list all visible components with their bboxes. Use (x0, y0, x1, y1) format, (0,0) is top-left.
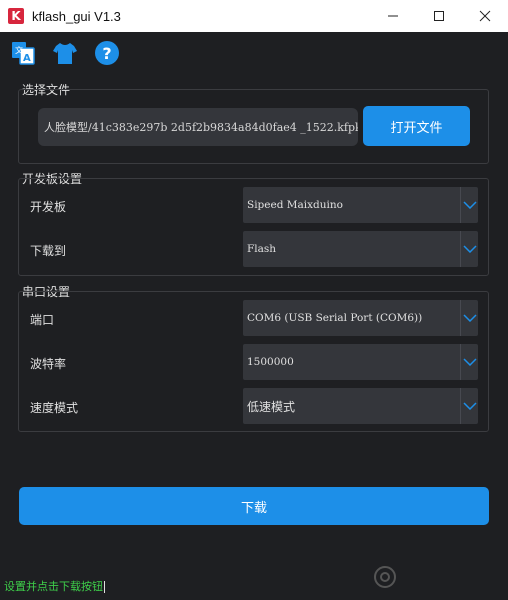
download-button[interactable]: 下载 (19, 487, 489, 525)
svg-text:文: 文 (15, 45, 23, 55)
target-select[interactable]: Flash (243, 231, 478, 267)
close-icon (479, 10, 491, 22)
chevron-down-icon[interactable] (460, 344, 478, 380)
baud-select[interactable]: 1500000 (243, 344, 478, 380)
board-select[interactable]: Sipeed Maixduino (243, 187, 478, 223)
svg-text:A: A (23, 53, 31, 64)
port-label: 端口 (30, 313, 55, 327)
board-label: 开发板 (30, 200, 67, 214)
chevron-down-icon[interactable] (460, 231, 478, 267)
chevron-down-icon[interactable] (460, 388, 478, 424)
chevron-down-icon[interactable] (460, 300, 478, 336)
file-path-field[interactable]: 人脸模型/41c383e297b 2d5f2b9834a84d0fae4 _15… (38, 108, 358, 146)
target-select-value: Flash (247, 243, 277, 255)
minimize-icon (388, 15, 398, 17)
app-logo-icon: K (8, 8, 24, 24)
speed-label: 速度模式 (30, 401, 79, 415)
target-label: 下载到 (30, 244, 67, 258)
maximize-button[interactable] (416, 0, 462, 32)
baud-select-value: 1500000 (247, 356, 294, 368)
speed-select[interactable]: 低速模式 (243, 388, 478, 424)
baud-label: 波特率 (30, 357, 67, 371)
watermark-logo-icon (374, 566, 396, 588)
open-file-button[interactable]: 打开文件 (363, 106, 470, 146)
port-select[interactable]: COM6 (USB Serial Port (COM6)) (243, 300, 478, 336)
status-text: 设置并点击下载按钮 (4, 580, 105, 593)
maximize-icon (434, 11, 444, 21)
chevron-down-icon[interactable] (460, 187, 478, 223)
help-icon[interactable]: ? (94, 40, 120, 66)
port-select-value: COM6 (USB Serial Port (COM6)) (247, 312, 423, 324)
language-icon[interactable]: 文 A (10, 40, 36, 66)
svg-text:?: ? (102, 44, 111, 63)
window-title: kflash_gui V1.3 (32, 8, 121, 24)
close-button[interactable] (462, 0, 508, 32)
toolbar: 文 A ? (10, 38, 120, 68)
board-select-value: Sipeed Maixduino (247, 199, 343, 211)
title-bar: K kflash_gui V1.3 (0, 0, 508, 32)
speed-select-value: 低速模式 (247, 399, 296, 414)
minimize-button[interactable] (370, 0, 416, 32)
tshirt-icon[interactable] (52, 40, 78, 66)
text-cursor (104, 581, 105, 593)
